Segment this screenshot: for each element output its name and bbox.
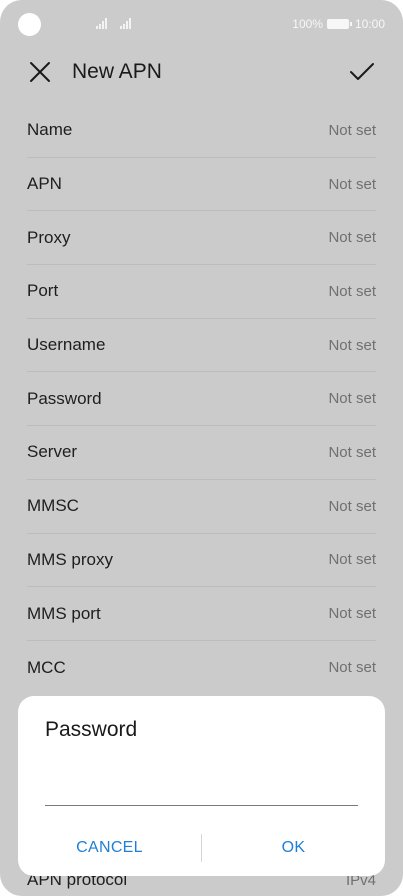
clock: 10:00 xyxy=(354,17,385,31)
setting-label: Username xyxy=(27,335,106,355)
password-input[interactable] xyxy=(45,762,358,806)
setting-row-server[interactable]: Server Not set xyxy=(27,426,376,480)
setting-value: Not set xyxy=(328,605,376,623)
app-header: New APN xyxy=(0,48,403,98)
camera-cutout xyxy=(18,13,41,36)
setting-row-username[interactable]: Username Not set xyxy=(27,319,376,373)
setting-label: Server xyxy=(27,442,78,462)
setting-label: MMS port xyxy=(27,603,101,623)
signal-icon xyxy=(120,17,134,29)
status-bar: 100% 10:00 xyxy=(0,0,403,48)
apn-settings-list: Name Not set APN Not set Proxy Not set P… xyxy=(27,104,376,695)
setting-value: Not set xyxy=(328,443,376,461)
setting-row-proxy[interactable]: Proxy Not set xyxy=(27,211,376,266)
setting-label: MCC xyxy=(27,657,66,677)
setting-row-name[interactable]: Name Not set xyxy=(27,104,376,158)
page-title: New APN xyxy=(72,60,162,83)
ok-button[interactable]: OK xyxy=(202,839,385,857)
phone-screen: 100% 10:00 New APN Name Not set APN Not … xyxy=(0,0,403,896)
setting-value: Not set xyxy=(328,282,376,300)
setting-row-mms-port[interactable]: MMS port Not set xyxy=(27,587,376,641)
setting-row-mms-proxy[interactable]: MMS proxy Not set xyxy=(27,534,376,588)
setting-row-mmsc[interactable]: MMSC Not set xyxy=(27,480,376,534)
setting-value: Not set xyxy=(328,121,376,139)
setting-label: Name xyxy=(27,120,73,140)
setting-label: APN xyxy=(27,174,62,194)
setting-value: Not set xyxy=(328,390,376,408)
setting-value: Not set xyxy=(328,659,376,677)
battery-percent: 100% xyxy=(292,17,323,31)
setting-label: Port xyxy=(27,281,59,301)
setting-value: Not set xyxy=(328,497,376,515)
password-dialog: Password CANCEL OK xyxy=(18,696,385,876)
setting-label: MMSC xyxy=(27,496,79,516)
setting-label: Proxy xyxy=(27,227,71,247)
setting-row-port[interactable]: Port Not set xyxy=(27,265,376,319)
cancel-button[interactable]: CANCEL xyxy=(18,839,201,857)
setting-value: Not set xyxy=(328,229,376,247)
status-indicators: 100% 10:00 xyxy=(292,17,385,31)
battery-icon xyxy=(326,19,352,29)
signal-icon xyxy=(96,17,110,29)
setting-value: Not set xyxy=(328,175,376,193)
setting-row-password[interactable]: Password Not set xyxy=(27,372,376,427)
setting-label: MMS proxy xyxy=(27,549,113,569)
check-icon[interactable] xyxy=(349,60,375,84)
setting-row-apn[interactable]: APN Not set xyxy=(27,158,376,212)
setting-row-mcc[interactable]: MCC Not set xyxy=(27,641,376,695)
dialog-actions: CANCEL OK xyxy=(18,830,385,866)
setting-value: Not set xyxy=(328,336,376,354)
setting-value: Not set xyxy=(328,551,376,569)
setting-label: Password xyxy=(27,388,102,408)
close-icon[interactable] xyxy=(28,60,52,84)
dialog-title: Password xyxy=(45,718,138,741)
